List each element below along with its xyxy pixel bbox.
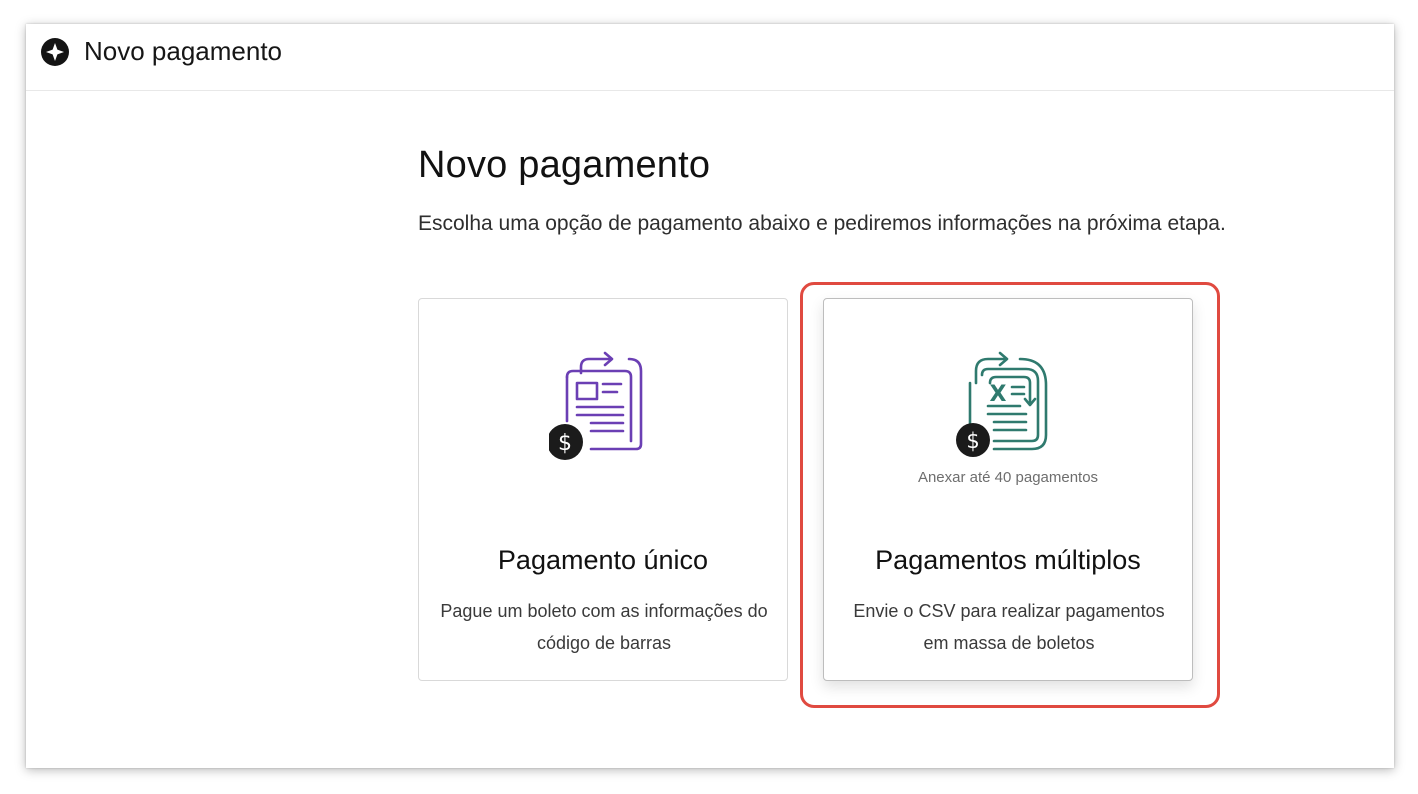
app-window: Novo pagamento Novo pagamento Escolha um… [26, 24, 1394, 768]
multiple-payments-description: Envie o CSV para realizar pagamentos em … [853, 601, 1165, 653]
spreadsheet-payment-icon: X $ [956, 351, 1048, 457]
page-title: Novo pagamento [418, 144, 711, 186]
document-payment-icon: $ [549, 351, 643, 460]
single-payment-option-card[interactable]: $ Pagamento único Pague um boleto com as… [418, 298, 788, 681]
top-bar: Novo pagamento [26, 24, 1394, 91]
svg-text:$: $ [558, 431, 572, 456]
multiple-payments-title: Pagamentos múltiplos [875, 545, 1141, 575]
svg-text:X: X [990, 382, 1007, 407]
single-payment-description: Pague um boleto com as informações do có… [440, 601, 768, 653]
page-subtitle: Escolha uma opção de pagamento abaixo e … [418, 212, 1226, 235]
multiple-payments-option-card[interactable]: X $ Anexar até 40 pagamentos Pagamentos … [823, 298, 1193, 681]
single-payment-title: Pagamento único [497, 545, 709, 575]
svg-text:$: $ [966, 429, 979, 453]
compass-star-icon[interactable] [41, 38, 69, 66]
window-title: Novo pagamento [84, 36, 283, 66]
payments-limit-note: Anexar até 40 pagamentos [917, 469, 1099, 486]
